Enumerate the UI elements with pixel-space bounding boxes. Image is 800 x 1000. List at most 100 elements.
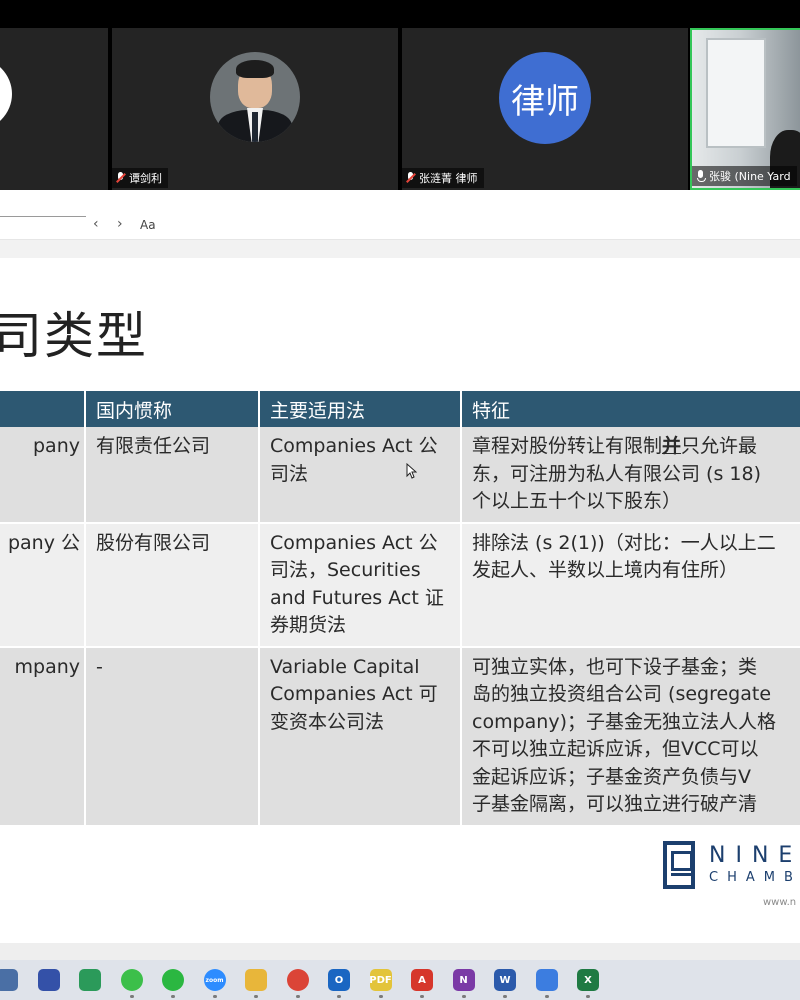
table-header: 特征	[461, 391, 800, 427]
avatar	[0, 58, 12, 130]
running-indicator	[171, 995, 175, 998]
table-header: 国内惯称	[85, 391, 260, 427]
grid-app-icon[interactable]	[37, 969, 60, 991]
mic-muted-icon	[406, 172, 415, 184]
participant-name-tag: 谭剑利	[112, 168, 168, 188]
cell-text: 章程对股份转让有限制	[472, 435, 663, 457]
cell-line: 司法，Securities	[270, 559, 421, 581]
avatar	[210, 52, 300, 142]
table-cell: 股份有限公司	[85, 522, 260, 648]
table-row: mpany - Variable Capital Companies Act 可…	[0, 646, 800, 827]
cell-line: company)；子基金无独立法人人格	[472, 710, 776, 733]
outlook-icon[interactable]: O	[328, 969, 350, 991]
running-indicator	[420, 995, 424, 998]
taskbar: zoom O PDF A N W X	[0, 960, 800, 1000]
table-cell: 章程对股份转让有限制并只允许最 东，可注册为私人有限公司 (s 18) 个以上五…	[461, 427, 800, 524]
cell-line: 变资本公司法	[270, 710, 385, 733]
cell-line: 东，可注册为私人有限公司 (s 18)	[472, 462, 761, 485]
running-indicator	[586, 995, 590, 998]
table-row: pany 有限责任公司 Companies Act 公 司法 章程对股份转让有限…	[0, 427, 800, 524]
cell-line: mpany	[14, 655, 81, 678]
file-explorer-icon[interactable]	[245, 969, 267, 991]
whatsapp-icon[interactable]	[162, 969, 184, 991]
participant-tile[interactable]: 律师 张涟菁 律师	[402, 28, 688, 190]
emphasized-text: 并	[662, 435, 682, 457]
meeting-app-icon[interactable]	[535, 969, 558, 991]
running-indicator	[337, 995, 341, 998]
wechat-icon[interactable]	[120, 969, 143, 991]
running-indicator	[295, 995, 300, 998]
cell-line: 有限责任公司	[96, 435, 211, 457]
mic-icon	[696, 170, 706, 182]
participant-name: 张涟菁 律师	[419, 172, 478, 185]
slide-title: 司类型	[0, 307, 148, 365]
participant-tile[interactable]: 谭剑利	[112, 28, 398, 190]
cell-line: 券期货法	[270, 614, 347, 636]
video-feed	[692, 30, 800, 188]
table-header	[0, 391, 86, 427]
table-cell: 可独立实体，也可下设子基金；类 岛的独立投资组合公司 (segregate co…	[461, 646, 800, 827]
pdf-app-icon[interactable]: PDF	[369, 969, 392, 991]
video-strip: 谭剑利 律师 张涟菁 律师 张骏 (Nine Yard	[0, 0, 800, 190]
viewer-toolbar: ‹ › Aa	[0, 190, 800, 240]
cell-line: 金起诉应诉；子基金资产负债与V	[472, 765, 751, 788]
table-cell: Companies Act 公 司法	[259, 427, 462, 524]
cell-line: 排除法 (s 2(1))（对比：一人以上二	[472, 531, 776, 554]
cell-line: 岛的独立投资组合公司 (segregate	[472, 683, 772, 705]
cell-line: 可独立实体，也可下设子基金；类	[472, 655, 758, 678]
onenote-icon[interactable]: N	[452, 969, 475, 991]
slide-margin	[0, 943, 800, 960]
running-indicator	[544, 995, 549, 998]
excel-icon[interactable]: X	[577, 969, 599, 991]
participant-name-tag: 张涟菁 律师	[402, 168, 484, 188]
slide-margin	[0, 240, 800, 258]
cell-line: 不可以独立起诉应诉，但VCC可以	[472, 738, 759, 760]
participant-name: 谭剑利	[129, 172, 162, 185]
running-indicator	[503, 995, 507, 998]
zoom-icon[interactable]: zoom	[203, 969, 226, 991]
chevron-left-icon[interactable]: ‹	[93, 216, 99, 232]
cell-line: 发起人、半数以上境内有住所）	[472, 559, 739, 581]
cell-line: Companies Act 公	[270, 435, 438, 457]
logo-mark-icon	[663, 841, 695, 889]
cell-line: 章程对股份转让有限制并只允许最	[472, 433, 800, 461]
font-size-button[interactable]: Aa	[140, 218, 156, 232]
running-indicator	[378, 995, 383, 998]
cell-line: 股份有限公司	[96, 531, 211, 554]
screen: 谭剑利 律师 张涟菁 律师 张骏 (Nine Yard ‹ › Aa 司类型 国…	[0, 0, 800, 1000]
background-window	[706, 38, 766, 148]
cell-line: pany	[33, 435, 80, 457]
calculator-icon[interactable]	[0, 969, 18, 991]
table-cell: 排除法 (s 2(1))（对比：一人以上二 发起人、半数以上境内有住所）	[461, 522, 800, 648]
image-app-icon[interactable]	[79, 969, 101, 991]
cell-text: 只允许最	[681, 435, 758, 457]
cell-line: Variable Capital	[270, 655, 420, 678]
participant-name-tag: 张骏 (Nine Yard	[692, 166, 797, 186]
acrobat-icon[interactable]: A	[411, 969, 433, 991]
chrome-icon[interactable]	[286, 969, 309, 991]
chevron-right-icon[interactable]: ›	[117, 216, 123, 232]
cell-line: and Futures Act 证	[270, 586, 444, 609]
participant-tile[interactable]	[0, 28, 108, 190]
table-cell: 有限责任公司	[85, 427, 260, 524]
company-types-table: 国内惯称 主要适用法 特征 pany 有限责任公司 Companies Act …	[0, 391, 800, 827]
table-cell: Variable Capital Companies Act 可 变资本公司法	[259, 646, 462, 827]
participant-tile-active-speaker[interactable]: 张骏 (Nine Yard	[690, 28, 800, 190]
running-indicator	[461, 995, 466, 998]
logo-line2: CHAMBE	[709, 870, 800, 885]
table-header-row: 国内惯称 主要适用法 特征	[0, 391, 800, 427]
cell-line: 司法	[270, 462, 309, 485]
logo-url: www.n	[763, 897, 797, 908]
mouse-cursor-icon	[406, 463, 417, 479]
word-icon[interactable]: W	[494, 969, 516, 991]
cell-line: 个以上五十个以下股东）	[472, 490, 682, 512]
presentation-slide: 司类型 国内惯称 主要适用法 特征 pany 有限责任公司 Companies …	[0, 258, 800, 943]
mic-muted-icon	[116, 172, 125, 184]
logo-line1: NINE	[709, 843, 800, 868]
running-indicator	[254, 995, 258, 998]
avatar-tie	[252, 112, 258, 142]
page-input[interactable]	[0, 216, 86, 217]
table-cell: mpany	[0, 646, 86, 827]
avatar-hair	[236, 60, 274, 78]
cell-line: -	[96, 655, 103, 678]
